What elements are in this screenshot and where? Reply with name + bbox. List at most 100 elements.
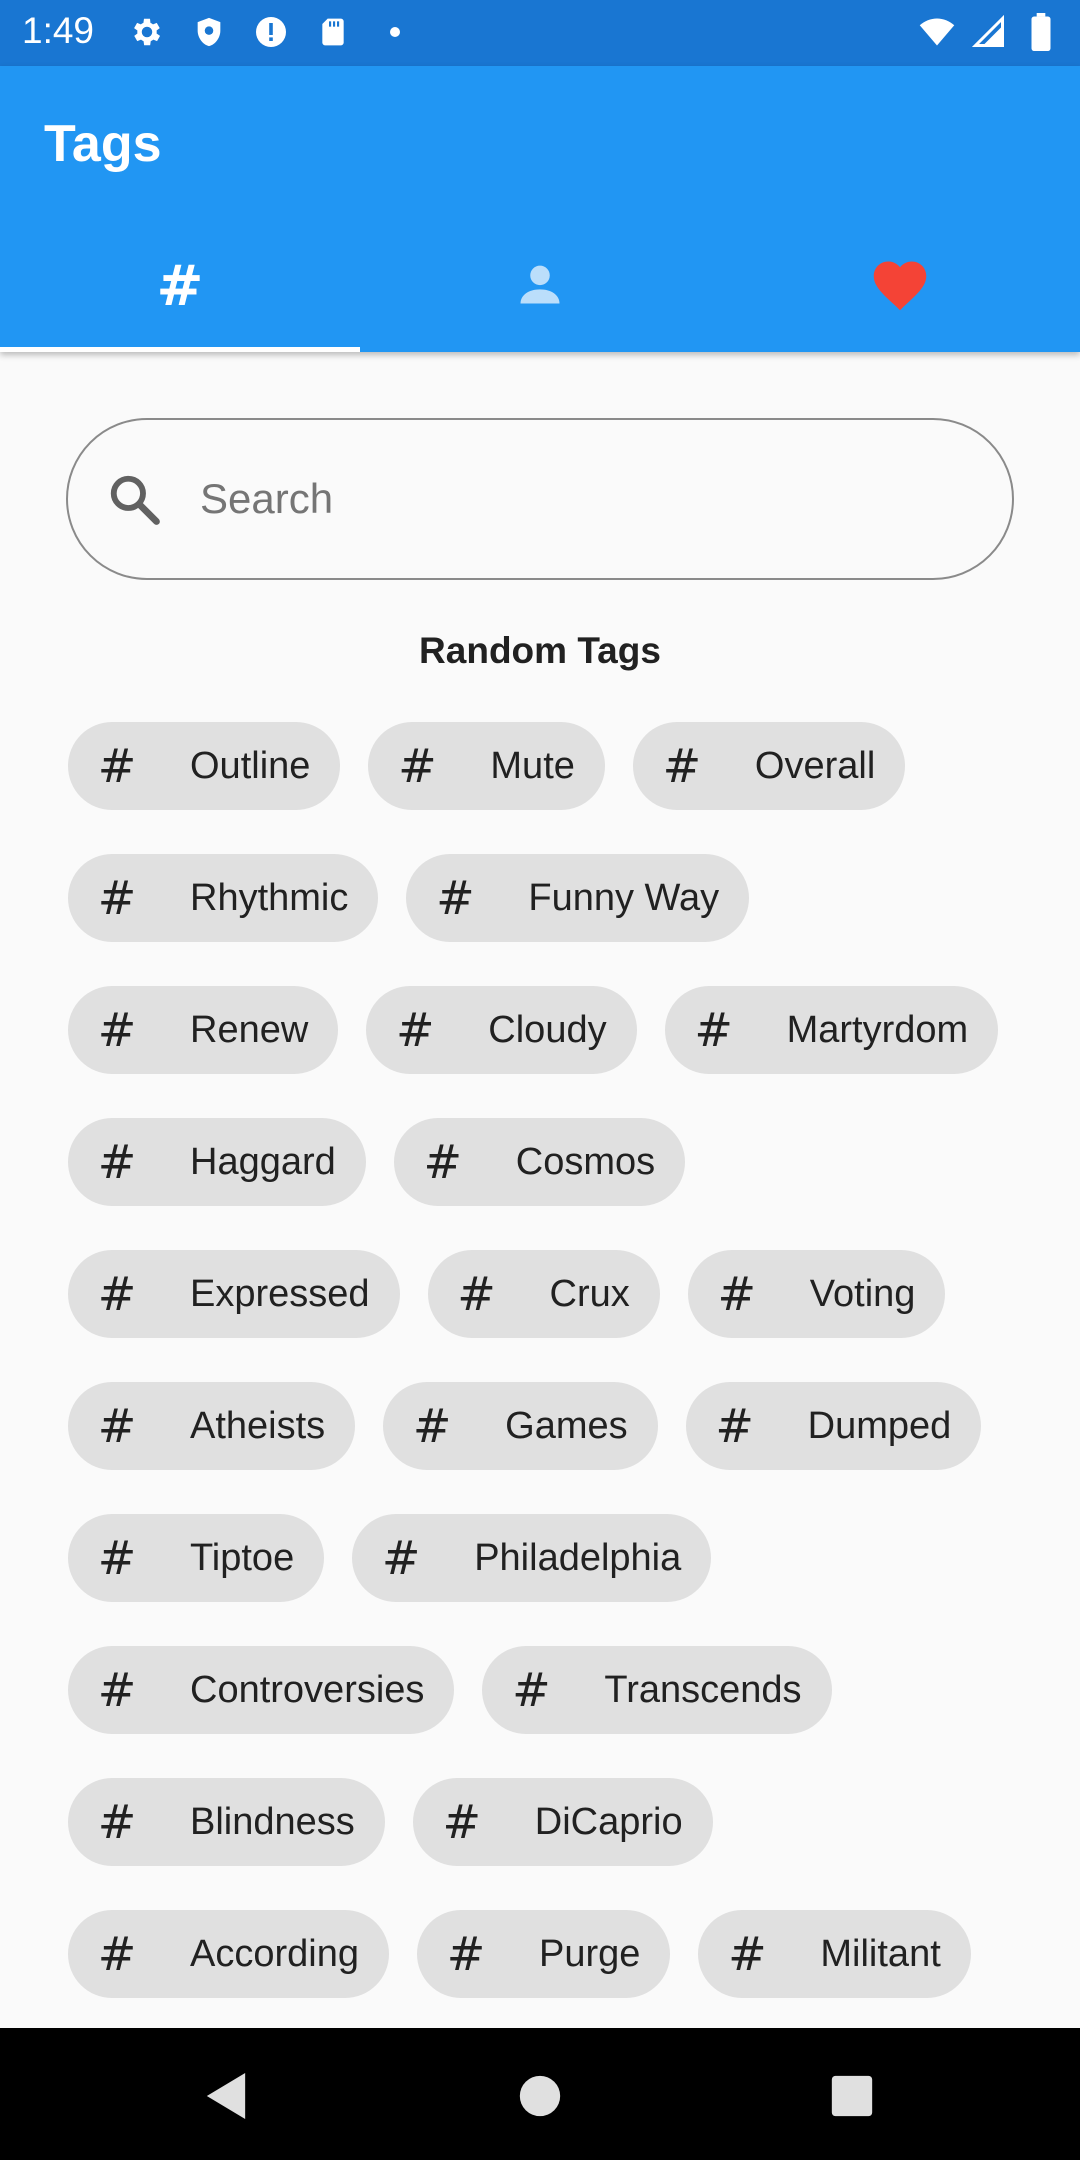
tag-chip-label: Purge xyxy=(538,1932,641,1975)
tag-chip-label: Dumped xyxy=(807,1404,952,1447)
tag-chip[interactable]: # Funny Way xyxy=(406,854,750,942)
tag-chip-label: Overall xyxy=(754,744,876,787)
search-box[interactable] xyxy=(66,418,1014,580)
hash-icon: # xyxy=(97,1663,137,1717)
back-icon[interactable] xyxy=(196,2066,256,2126)
tag-chip-label: Rhythmic xyxy=(190,876,349,919)
home-icon[interactable] xyxy=(510,2066,570,2126)
tag-chip[interactable]: # Overall xyxy=(632,722,906,810)
tag-chip[interactable]: # Voting xyxy=(687,1250,946,1338)
hash-icon: # xyxy=(694,1003,733,1057)
tag-chip-label: Mute xyxy=(490,744,575,787)
person-icon xyxy=(514,258,566,315)
tag-chip-label: Tiptoe xyxy=(190,1536,295,1579)
tag-chip[interactable]: # Games xyxy=(383,1382,658,1470)
hash-icon: # xyxy=(715,1399,754,1453)
tag-chip-label: Crux xyxy=(549,1272,630,1315)
hash-icon: # xyxy=(457,1267,496,1321)
hash-icon: # xyxy=(442,1795,482,1849)
tag-chip[interactable]: # Dumped xyxy=(685,1382,982,1470)
tag-chip[interactable]: # Tiptoe xyxy=(68,1514,325,1602)
tag-chip[interactable]: # Haggard xyxy=(68,1118,366,1206)
hash-icon: # xyxy=(97,1531,137,1585)
tab-profile[interactable] xyxy=(360,220,720,352)
tag-chip-label: Martyrdom xyxy=(786,1008,969,1051)
tag-chip-label: Controversies xyxy=(190,1668,425,1711)
sd-card-icon xyxy=(314,13,352,51)
hash-icon: # xyxy=(97,1795,137,1849)
page-title: Tags xyxy=(44,115,162,173)
tag-chip[interactable]: # Purge xyxy=(416,1910,671,1998)
tag-chip[interactable]: # Militant xyxy=(698,1910,971,1998)
tag-chip[interactable]: # Controversies xyxy=(68,1646,455,1734)
tag-chip[interactable]: # Transcends xyxy=(482,1646,832,1734)
hash-icon: # xyxy=(512,1663,551,1717)
hash-icon: # xyxy=(97,1135,137,1189)
hash-icon: # xyxy=(97,1399,137,1453)
tag-chip[interactable]: # Renew xyxy=(68,986,339,1074)
tag-chip-label: Outline xyxy=(190,744,311,787)
hash-icon: # xyxy=(717,1267,757,1321)
tab-tags[interactable]: # xyxy=(0,220,360,352)
battery-icon xyxy=(1022,13,1060,51)
tag-chip-label: Funny Way xyxy=(528,876,720,919)
hash-icon: # xyxy=(156,253,204,319)
tag-chip-label: Atheists xyxy=(190,1404,326,1447)
tag-chip-label: Philadelphia xyxy=(474,1536,682,1579)
hash-icon: # xyxy=(423,1135,463,1189)
tag-chip-label: DiCaprio xyxy=(534,1800,683,1843)
hash-icon: # xyxy=(662,739,702,793)
tag-chip-label: Militant xyxy=(820,1932,941,1975)
signal-icon xyxy=(970,13,1008,51)
tag-chip[interactable]: # Rhythmic xyxy=(68,854,379,942)
tag-chip[interactable]: # Martyrdom xyxy=(664,986,999,1074)
tag-chip-list: # Outline # Mute # Overall # Rhythmic # Funny… xyxy=(68,722,1028,1998)
section-title: Random Tags xyxy=(419,630,661,671)
tag-chip[interactable]: # Cloudy xyxy=(366,986,637,1074)
tag-chip-label: Blindness xyxy=(190,1800,355,1843)
alert-icon xyxy=(252,13,290,51)
tab-bar: # xyxy=(0,220,1080,352)
tag-chip[interactable]: # Outline xyxy=(68,722,341,810)
tag-chip[interactable]: # DiCaprio xyxy=(412,1778,713,1866)
tag-chip[interactable]: # Philadelphia xyxy=(352,1514,712,1602)
hash-icon: # xyxy=(97,1927,137,1981)
search-icon xyxy=(106,471,162,527)
status-time: 1:49 xyxy=(22,10,95,51)
tag-chip[interactable]: # Atheists xyxy=(68,1382,356,1470)
hash-icon: # xyxy=(97,871,137,925)
tag-chip[interactable]: # According xyxy=(68,1910,389,1998)
dot-icon xyxy=(376,13,414,51)
heart-icon xyxy=(870,256,930,317)
search-input[interactable] xyxy=(200,475,900,523)
hash-icon: # xyxy=(97,1267,137,1321)
tag-chip-label: Transcends xyxy=(604,1668,802,1711)
tag-chip[interactable]: # Expressed xyxy=(68,1250,400,1338)
tag-chip[interactable]: # Crux xyxy=(427,1250,660,1338)
tag-chip-label: Renew xyxy=(190,1008,309,1051)
tab-indicator xyxy=(0,347,360,352)
status-bar: 1:49 xyxy=(0,0,1080,66)
hash-icon: # xyxy=(412,1399,452,1453)
hash-icon: # xyxy=(396,1003,435,1057)
system-nav-bar xyxy=(0,2028,1080,2160)
tag-chip-label: Voting xyxy=(809,1272,916,1315)
hash-icon: # xyxy=(97,739,137,793)
tag-chip[interactable]: # Blindness xyxy=(68,1778,385,1866)
recents-icon[interactable] xyxy=(822,2066,882,2126)
hash-icon: # xyxy=(436,871,475,925)
wifi-icon xyxy=(918,13,956,51)
tag-chip-label: According xyxy=(190,1932,359,1975)
gear-icon xyxy=(128,13,166,51)
hash-icon: # xyxy=(398,739,437,793)
tag-chip[interactable]: # Mute xyxy=(368,722,605,810)
tag-chip[interactable]: # Cosmos xyxy=(393,1118,686,1206)
tag-chip-label: Expressed xyxy=(190,1272,370,1315)
hash-icon: # xyxy=(381,1531,421,1585)
hash-icon: # xyxy=(97,1003,137,1057)
tag-chip-label: Haggard xyxy=(190,1140,336,1183)
tab-favorites[interactable] xyxy=(720,220,1080,352)
hash-icon: # xyxy=(728,1927,767,1981)
shield-icon xyxy=(190,13,228,51)
app-bar: Tags # xyxy=(0,66,1080,352)
